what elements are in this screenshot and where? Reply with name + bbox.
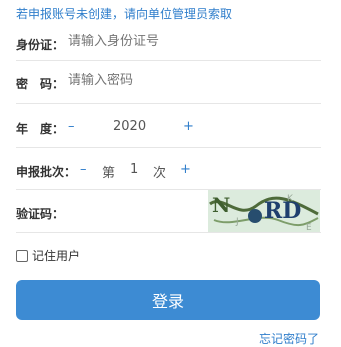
remember-checkbox[interactable] bbox=[16, 249, 28, 262]
remember-label: 记住用户 bbox=[32, 249, 81, 263]
captcha-graphic: N K J E RD bbox=[208, 190, 320, 232]
year-value[interactable]: 2020 bbox=[113, 119, 146, 134]
year-increment-button[interactable]: + bbox=[183, 120, 194, 133]
year-row: 年 度： – 2020 + bbox=[16, 104, 321, 148]
forgot-password-link[interactable]: 忘记密码了 bbox=[259, 330, 319, 347]
batch-decrement-button[interactable]: – bbox=[80, 163, 87, 176]
batch-increment-button[interactable]: + bbox=[180, 163, 191, 176]
login-button[interactable]: 登录 bbox=[16, 280, 320, 320]
password-input[interactable] bbox=[68, 73, 308, 88]
captcha-blob bbox=[248, 209, 262, 223]
id-row: 身份证： bbox=[16, 26, 321, 61]
captcha-noise-j: J bbox=[235, 217, 239, 227]
captcha-text: RD bbox=[264, 198, 301, 224]
captcha-noise-e: E bbox=[306, 223, 312, 232]
remember-user[interactable]: 记住用户 bbox=[16, 247, 80, 264]
batch-value[interactable]: 1 bbox=[130, 162, 138, 177]
batch-row: 申报批次： – 第 1 次 + bbox=[16, 148, 321, 190]
batch-label: 申报批次： bbox=[16, 165, 77, 179]
year-label: 年 度： bbox=[16, 122, 65, 136]
captcha-image[interactable]: N K J E RD bbox=[208, 190, 320, 232]
account-notice: 若申报账号未创建，请向单位管理员索取 bbox=[16, 7, 233, 21]
year-decrement-button[interactable]: – bbox=[68, 120, 75, 133]
batch-suffix: 次 bbox=[153, 166, 167, 181]
password-row: 密 码： bbox=[16, 61, 321, 104]
captcha-input[interactable] bbox=[68, 202, 198, 217]
id-label: 身份证： bbox=[16, 38, 65, 52]
captcha-label: 验证码： bbox=[16, 207, 65, 221]
captcha-noise-n: N bbox=[212, 193, 230, 217]
batch-prefix: 第 bbox=[102, 166, 116, 181]
password-label: 密 码： bbox=[16, 77, 65, 91]
id-input[interactable] bbox=[68, 34, 308, 49]
